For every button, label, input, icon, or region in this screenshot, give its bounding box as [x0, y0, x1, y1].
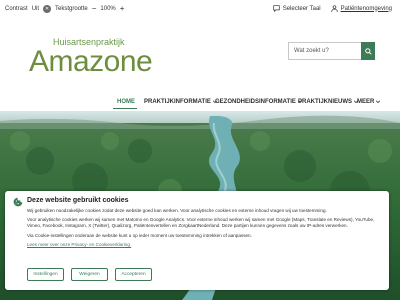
- cookie-text-analytics: Voor analytische cookies werken wij same…: [27, 217, 375, 229]
- search-icon: [364, 47, 372, 55]
- accessibility-controls: Contrast Uit ✕ Tekstgrootte − 100% +: [0, 4, 124, 13]
- cookie-reject-button[interactable]: Weigeren: [71, 268, 108, 281]
- cookie-text-necessary: Wij gebruiken noodzakelijke cookies zoda…: [27, 208, 327, 213]
- chevron-down-icon: [376, 100, 381, 104]
- accessibility-toolbar: Contrast Uit ✕ Tekstgrootte − 100% + Sel…: [0, 0, 400, 17]
- logo-name: Amazone: [29, 45, 153, 78]
- language-selector[interactable]: Selecteer Taal: [273, 5, 321, 12]
- textsize-decrease-button[interactable]: −: [92, 4, 97, 13]
- contrast-label: Contrast: [5, 5, 28, 12]
- main-navigation: HOME PRAKTIJKINFORMATIE GEZONDHEIDSINFOR…: [0, 95, 400, 109]
- textsize-increase-button[interactable]: +: [120, 4, 125, 13]
- cookie-button-row: Instellingen Weigeren Accepteren: [27, 268, 152, 281]
- contrast-toggle-icon[interactable]: ✕: [43, 4, 52, 13]
- search-button[interactable]: [361, 42, 375, 60]
- nav-item-praktijkinformatie[interactable]: PRAKTIJKINFORMATIE: [144, 95, 218, 109]
- nav-item-praktijknieuws[interactable]: PRAKTIJKNIEUWS: [298, 95, 359, 109]
- privacy-policy-link[interactable]: Lees meer over onze Privacy- en Cookieve…: [27, 242, 381, 247]
- nav-item-label: PRAKTIJKNIEUWS: [298, 99, 353, 105]
- nav-item-meer[interactable]: MEER: [357, 95, 381, 109]
- active-nav-indicator: [113, 108, 137, 109]
- nav-item-label: MEER: [357, 99, 375, 105]
- patient-portal-label: Patiëntenomgeving: [340, 5, 392, 12]
- user-icon: [330, 5, 338, 12]
- textsize-value: 100%: [100, 5, 116, 12]
- textsize-label: Tekstgrootte: [55, 5, 88, 12]
- cookie-title: Deze website gebruikt cookies: [27, 197, 129, 204]
- cookie-accept-button[interactable]: Accepteren: [115, 268, 152, 281]
- cookie-settings-button[interactable]: Instellingen: [27, 268, 64, 281]
- nav-item-home[interactable]: HOME: [117, 95, 135, 109]
- cookie-consent-dialog: Deze website gebruikt cookies Wij gebrui…: [5, 191, 389, 290]
- contrast-value: Uit: [31, 5, 40, 12]
- patient-portal-link[interactable]: Patiëntenomgeving: [330, 5, 392, 12]
- topbar-links: Selecteer Taal Patiëntenomgeving: [273, 0, 392, 17]
- language-label: Selecteer Taal: [282, 5, 321, 12]
- nav-item-label: GEZONDHEIDSINFORMATIE: [215, 99, 296, 105]
- nav-item-label: HOME: [117, 99, 135, 105]
- cookie-icon: [13, 197, 23, 207]
- speech-bubble-icon: [273, 5, 280, 12]
- search-input[interactable]: Wat zoekt u?: [288, 42, 362, 60]
- nav-item-gezondheidsinformatie[interactable]: GEZONDHEIDSINFORMATIE: [215, 95, 303, 109]
- cookie-text-settings: Via Cookie-instellingen onderaan de webs…: [27, 232, 252, 238]
- nav-item-label: PRAKTIJKINFORMATIE: [144, 99, 211, 105]
